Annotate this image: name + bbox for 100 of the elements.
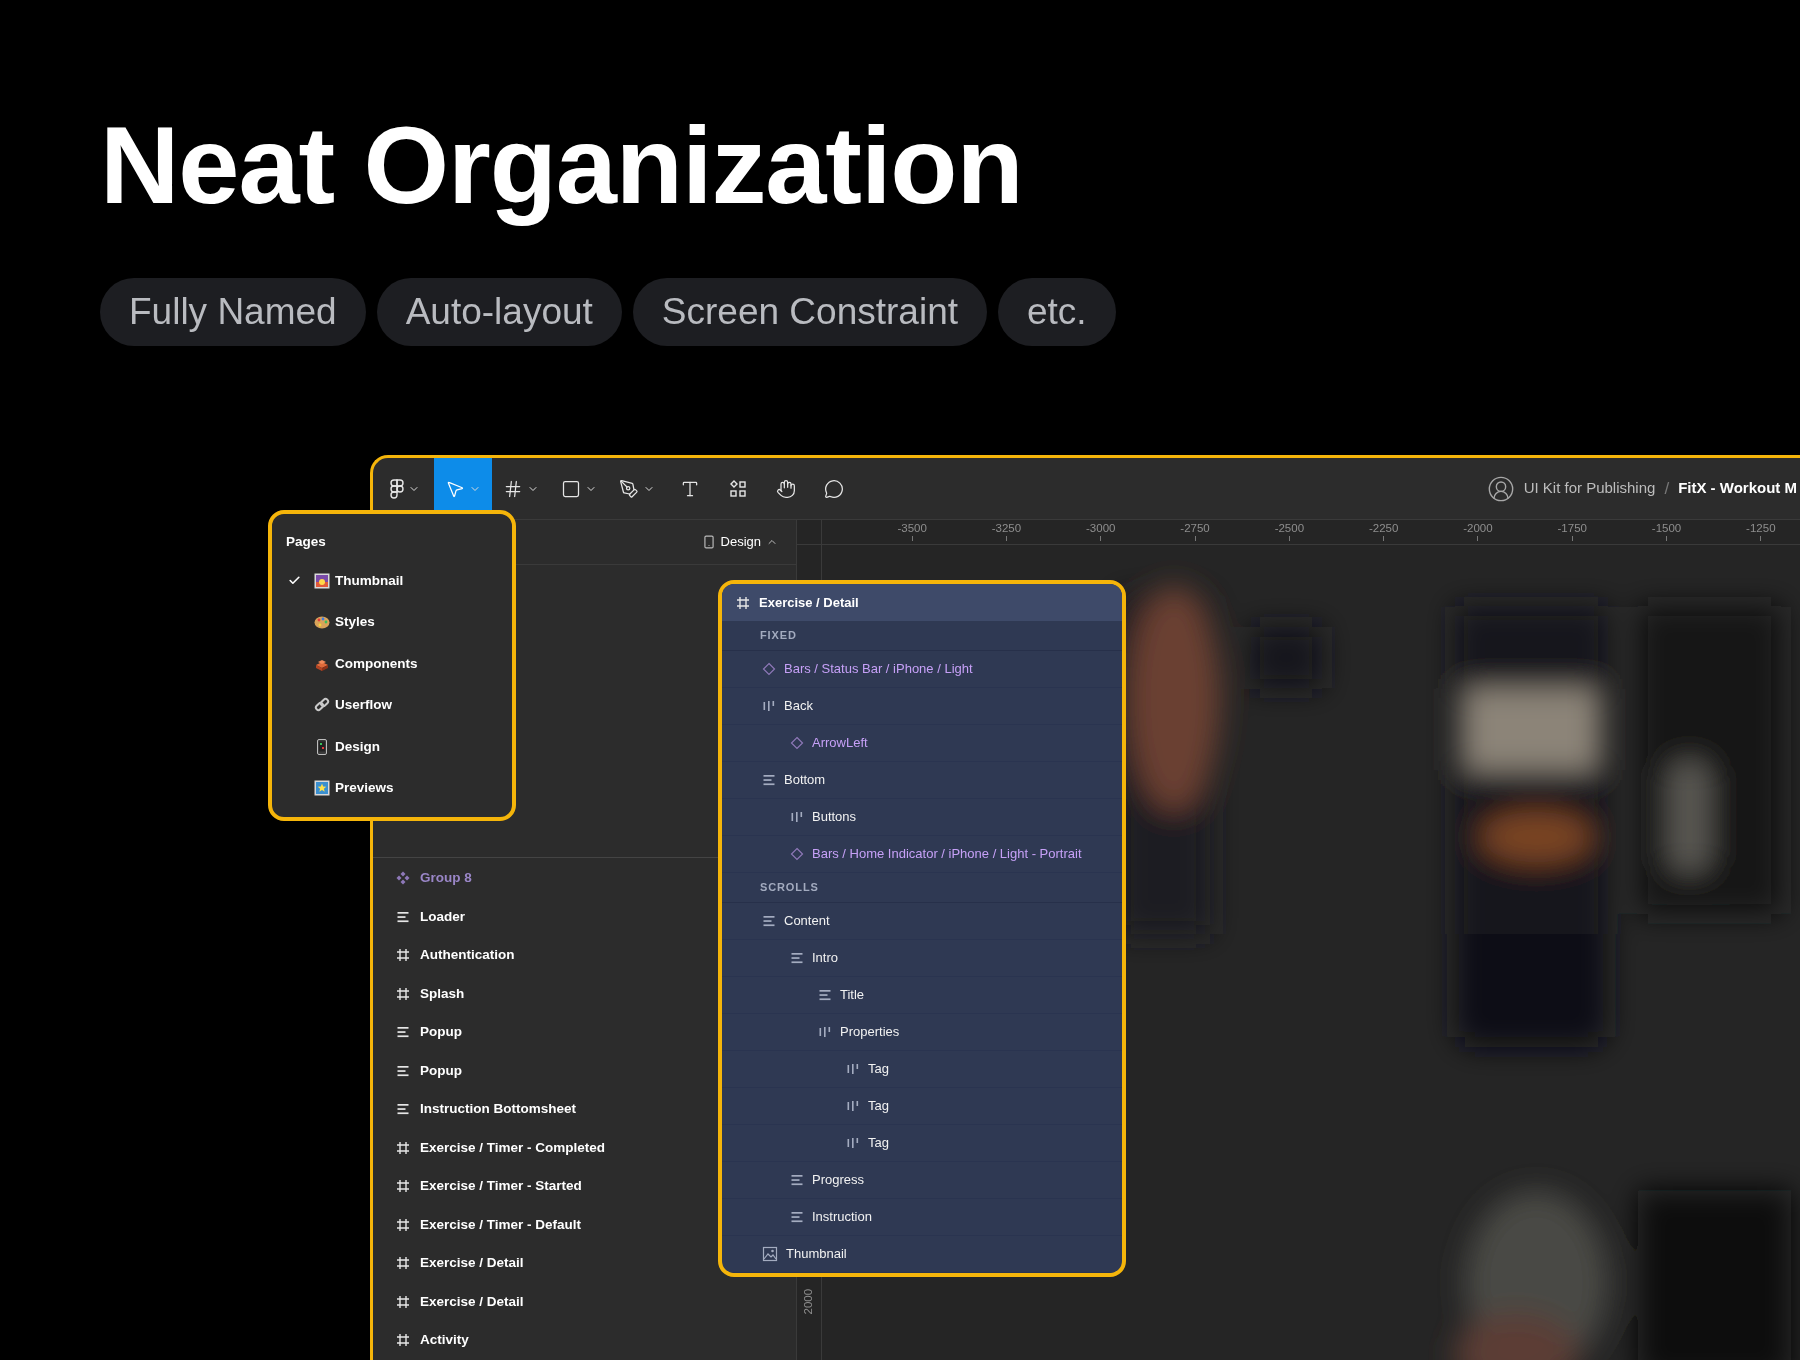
columns-layout-icon [846, 1136, 860, 1150]
layer-row[interactable]: Splash [373, 974, 471, 1013]
layer-row[interactable]: Popup [373, 1013, 468, 1052]
layer-name: Instruction [812, 1208, 872, 1227]
layer-row[interactable]: Bars / Home Indicator / iPhone / Light - Portrait [722, 836, 1122, 873]
layer-name: ArrowLeft [812, 734, 868, 753]
layer-name: Activity [420, 1331, 469, 1350]
layer-row[interactable]: Exercise / Detail [373, 1244, 530, 1283]
layer-name: Properties [840, 1023, 900, 1042]
layer-row[interactable]: Authentication [373, 936, 521, 975]
layer-row[interactable]: Content [722, 903, 1122, 940]
frame-icon [396, 1294, 410, 1309]
columns-layout-icon [818, 1025, 832, 1039]
page-name: Previews [335, 779, 394, 798]
ruler-label: -2750 [1180, 521, 1210, 536]
layer-name: Instruction Bottomsheet [420, 1100, 576, 1119]
frame-icon [396, 948, 410, 963]
layer-name: Bars / Home Indicator / iPhone / Light - Portrait [812, 845, 1082, 864]
tag: Fully Named [100, 277, 366, 346]
layer-name: Progress [812, 1171, 865, 1190]
layer-name: Exercise / Timer - Started [420, 1177, 582, 1196]
layer-name: Group 8 [420, 869, 472, 888]
tag: Screen Constraint [632, 277, 987, 346]
layer-row[interactable]: Tag [722, 1051, 1122, 1088]
panel-title: Exercise / Detail [759, 593, 859, 612]
layer-name: Popup [420, 1023, 462, 1042]
ruler-label: 2000 [801, 1288, 816, 1315]
rows-layout-icon [790, 1210, 804, 1224]
sunset-picture-icon [314, 572, 330, 589]
layer-name: Content [784, 912, 830, 931]
section-label: FIXED [760, 628, 797, 644]
layer-row[interactable]: Loader [373, 897, 471, 936]
layer-row[interactable]: Bars / Status Bar / iPhone / Light [722, 651, 1122, 688]
layer-name: Exercise / Timer - Completed [420, 1138, 606, 1157]
layer-row[interactable]: Tag [722, 1125, 1122, 1162]
layer-row[interactable]: Instruction [722, 1199, 1122, 1236]
ruler-label: -2000 [1463, 521, 1493, 536]
layer-row[interactable]: Properties [722, 1014, 1122, 1051]
page-item[interactable]: Userflow [272, 684, 512, 726]
page-item[interactable]: Thumbnail [272, 560, 512, 602]
layer-name: Tag [868, 1097, 889, 1116]
page-item[interactable]: Styles [272, 601, 512, 643]
comment-icon [824, 478, 844, 499]
link-icon [314, 697, 330, 714]
rows-layout-icon [396, 909, 410, 924]
layer-row[interactable]: Popup [373, 1051, 468, 1090]
layer-row[interactable]: Activity [373, 1321, 475, 1360]
page-name: Design [335, 737, 380, 756]
menu-title: Pages [286, 532, 326, 551]
layer-row[interactable]: Exercise / Timer - Started [373, 1167, 588, 1206]
layer-row[interactable]: Exercise / Timer - Completed [373, 1128, 612, 1167]
page-item[interactable]: Design [272, 726, 512, 768]
layer-row[interactable]: Bottom [722, 762, 1122, 799]
layer-name: Exercise / Timer - Default [420, 1215, 582, 1234]
columns-layout-icon [790, 810, 804, 824]
layer-name: Intro [812, 949, 838, 968]
frame-icon [396, 1217, 410, 1232]
frame-icon [396, 1333, 410, 1348]
ruler-label: -2500 [1274, 521, 1305, 536]
diamond-icon [790, 847, 804, 861]
layer-row[interactable]: Buttons [722, 799, 1122, 836]
rows-layout-icon [762, 914, 776, 928]
logo-icon [390, 478, 404, 499]
layer-row[interactable]: Title [722, 977, 1122, 1014]
rows-layout-icon [762, 773, 776, 787]
layer-row[interactable]: Exercise / Detail [373, 1282, 530, 1321]
layer-row[interactable]: Instruction Bottomsheet [373, 1090, 582, 1129]
team-name[interactable]: UI Kit for Publishing [1523, 477, 1656, 500]
layer-name: Bottom [784, 771, 826, 790]
file-name[interactable]: FitX - Workout M [1678, 477, 1797, 500]
phone-icon [314, 738, 330, 755]
frame-icon [396, 1179, 410, 1194]
layer-name: Tag [868, 1134, 889, 1153]
columns-layout-icon [762, 699, 776, 713]
page-button[interactable]: Design [701, 532, 778, 552]
layer-row[interactable]: ArrowLeft [722, 725, 1122, 762]
layer-row[interactable]: Group 8 [373, 859, 478, 898]
headline: Neat Organization [100, 102, 1023, 228]
ruler-label: -1500 [1651, 521, 1682, 536]
page-name: Components [335, 654, 418, 673]
hand-icon [776, 478, 796, 499]
ruler-label: -3250 [991, 521, 1022, 536]
layer-row[interactable]: Exercise / Timer - Default [373, 1205, 588, 1244]
page-item[interactable]: Previews [272, 767, 512, 809]
rows-layout-icon [396, 1063, 410, 1078]
frame-icon [503, 478, 523, 499]
layer-row[interactable]: Back [722, 688, 1122, 725]
layer-name: Loader [420, 907, 465, 926]
page-name: Styles [335, 613, 375, 632]
rows-layout-icon [790, 1173, 804, 1187]
frame-icon [396, 1256, 410, 1271]
layer-name: Back [784, 697, 813, 716]
layer-name: Exercise / Detail [420, 1254, 524, 1273]
frame-icon [736, 595, 750, 610]
layer-row[interactable]: Progress [722, 1162, 1122, 1199]
page-item[interactable]: Components [272, 643, 512, 685]
layer-name: Title [840, 986, 865, 1005]
layer-row[interactable]: Intro [722, 940, 1122, 977]
layer-row[interactable]: Thumbnail [722, 1236, 1122, 1273]
layer-row[interactable]: Tag [722, 1088, 1122, 1125]
